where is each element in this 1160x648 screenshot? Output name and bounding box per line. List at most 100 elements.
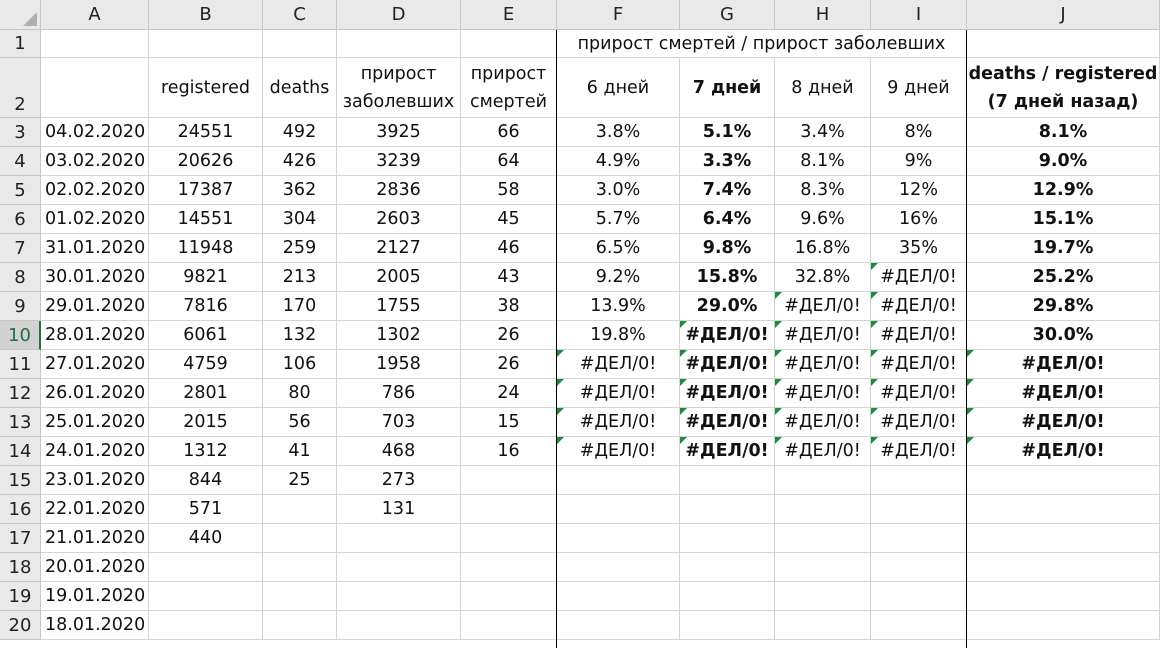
cell-j18[interactable] [967,553,1160,582]
cell-f19[interactable] [557,582,680,611]
cell-d16[interactable]: 131 [337,495,461,524]
cell-e11[interactable]: 26 [461,350,557,379]
cell-e8[interactable]: 43 [461,263,557,292]
registered-header[interactable]: registered [149,58,263,118]
cell-g4[interactable]: 3.3% [680,147,775,176]
cell-f18[interactable] [557,553,680,582]
row-header-12[interactable]: 12 [0,379,41,408]
cell-h7[interactable]: 16.8% [775,234,871,263]
cell-e15[interactable] [461,466,557,495]
cell-i4[interactable]: 9% [871,147,967,176]
cell-j19[interactable] [967,582,1160,611]
cell-i7[interactable]: 35% [871,234,967,263]
cell-b4[interactable]: 20626 [149,147,263,176]
cell-e5[interactable]: 58 [461,176,557,205]
cell-c15[interactable]: 25 [263,466,337,495]
cell-e7[interactable]: 46 [461,234,557,263]
cell-i16[interactable] [871,495,967,524]
cell-g18[interactable] [680,553,775,582]
cell-f17[interactable] [557,524,680,553]
cell-f3[interactable]: 3.8% [557,118,680,147]
column-header-e[interactable]: E [461,0,557,30]
cell-a19[interactable]: 19.01.2020 [41,582,149,611]
cell-a15[interactable]: 23.01.2020 [41,466,149,495]
cell-e1[interactable] [461,30,557,58]
cell-e10[interactable]: 26 [461,321,557,350]
column-header-d[interactable]: D [337,0,461,30]
cell-f12[interactable]: #ДЕЛ/0! [557,379,680,408]
row-header-3[interactable]: 3 [0,118,41,147]
row-header-9[interactable]: 9 [0,292,41,321]
cell-d5[interactable]: 2836 [337,176,461,205]
cell-c20[interactable] [263,611,337,640]
cell-c5[interactable]: 362 [263,176,337,205]
cell-i11[interactable]: #ДЕЛ/0! [871,350,967,379]
cell-i20[interactable] [871,611,967,640]
cell-b20[interactable] [149,611,263,640]
column-header-a[interactable]: A [41,0,149,30]
row-header-4[interactable]: 4 [0,147,41,176]
cell-e19[interactable] [461,582,557,611]
column-header-b[interactable]: B [149,0,263,30]
cell-i12[interactable]: #ДЕЛ/0! [871,379,967,408]
cell-i18[interactable] [871,553,967,582]
column-header-j[interactable]: J [967,0,1160,30]
cell-i5[interactable]: 12% [871,176,967,205]
cell-g6[interactable]: 6.4% [680,205,775,234]
cell-a10[interactable]: 28.01.2020 [41,321,149,350]
cell-d6[interactable]: 2603 [337,205,461,234]
cell-j4[interactable]: 9.0% [967,147,1160,176]
cell-j13[interactable]: #ДЕЛ/0! [967,408,1160,437]
cell-e14[interactable]: 16 [461,437,557,466]
cell-h6[interactable]: 9.6% [775,205,871,234]
cell-d18[interactable] [337,553,461,582]
cell-a1[interactable] [41,30,149,58]
cell-h11[interactable]: #ДЕЛ/0! [775,350,871,379]
cell-j20[interactable] [967,611,1160,640]
cell-g11[interactable]: #ДЕЛ/0! [680,350,775,379]
cell-a4[interactable]: 03.02.2020 [41,147,149,176]
cell-b13[interactable]: 2015 [149,408,263,437]
cell-h4[interactable]: 8.1% [775,147,871,176]
cell-b10[interactable]: 6061 [149,321,263,350]
cell-f7[interactable]: 6.5% [557,234,680,263]
cell-b17[interactable]: 440 [149,524,263,553]
cell-a13[interactable]: 25.01.2020 [41,408,149,437]
row-header-20[interactable]: 20 [0,611,41,640]
seven-days-header[interactable]: 7 дней [680,58,775,118]
row-header-10[interactable]: 10 [0,321,41,350]
cell-j12[interactable]: #ДЕЛ/0! [967,379,1160,408]
cell-b18[interactable] [149,553,263,582]
cell-a5[interactable]: 02.02.2020 [41,176,149,205]
cell-h14[interactable]: #ДЕЛ/0! [775,437,871,466]
cell-i3[interactable]: 8% [871,118,967,147]
cell-i8[interactable]: #ДЕЛ/0! [871,263,967,292]
cell-h18[interactable] [775,553,871,582]
cell-d3[interactable]: 3925 [337,118,461,147]
cell-f6[interactable]: 5.7% [557,205,680,234]
cell-e3[interactable]: 66 [461,118,557,147]
cell-j1[interactable] [967,30,1160,58]
cell-e16[interactable] [461,495,557,524]
cell-a12[interactable]: 26.01.2020 [41,379,149,408]
cell-e6[interactable]: 45 [461,205,557,234]
row-header-8[interactable]: 8 [0,263,41,292]
cell-b16[interactable]: 571 [149,495,263,524]
cell-f5[interactable]: 3.0% [557,176,680,205]
cell-d14[interactable]: 468 [337,437,461,466]
row-header-18[interactable]: 18 [0,553,41,582]
cell-f14[interactable]: #ДЕЛ/0! [557,437,680,466]
cell-c12[interactable]: 80 [263,379,337,408]
cell-d11[interactable]: 1958 [337,350,461,379]
cell-g17[interactable] [680,524,775,553]
merged-header-title[interactable]: прирост смертей / прирост заболевших [557,30,967,58]
column-header-g[interactable]: G [680,0,775,30]
cell-f8[interactable]: 9.2% [557,263,680,292]
cell-j5[interactable]: 12.9% [967,176,1160,205]
cell-i19[interactable] [871,582,967,611]
cell-b11[interactable]: 4759 [149,350,263,379]
cell-b9[interactable]: 7816 [149,292,263,321]
cell-g16[interactable] [680,495,775,524]
cell-a16[interactable]: 22.01.2020 [41,495,149,524]
cell-e20[interactable] [461,611,557,640]
